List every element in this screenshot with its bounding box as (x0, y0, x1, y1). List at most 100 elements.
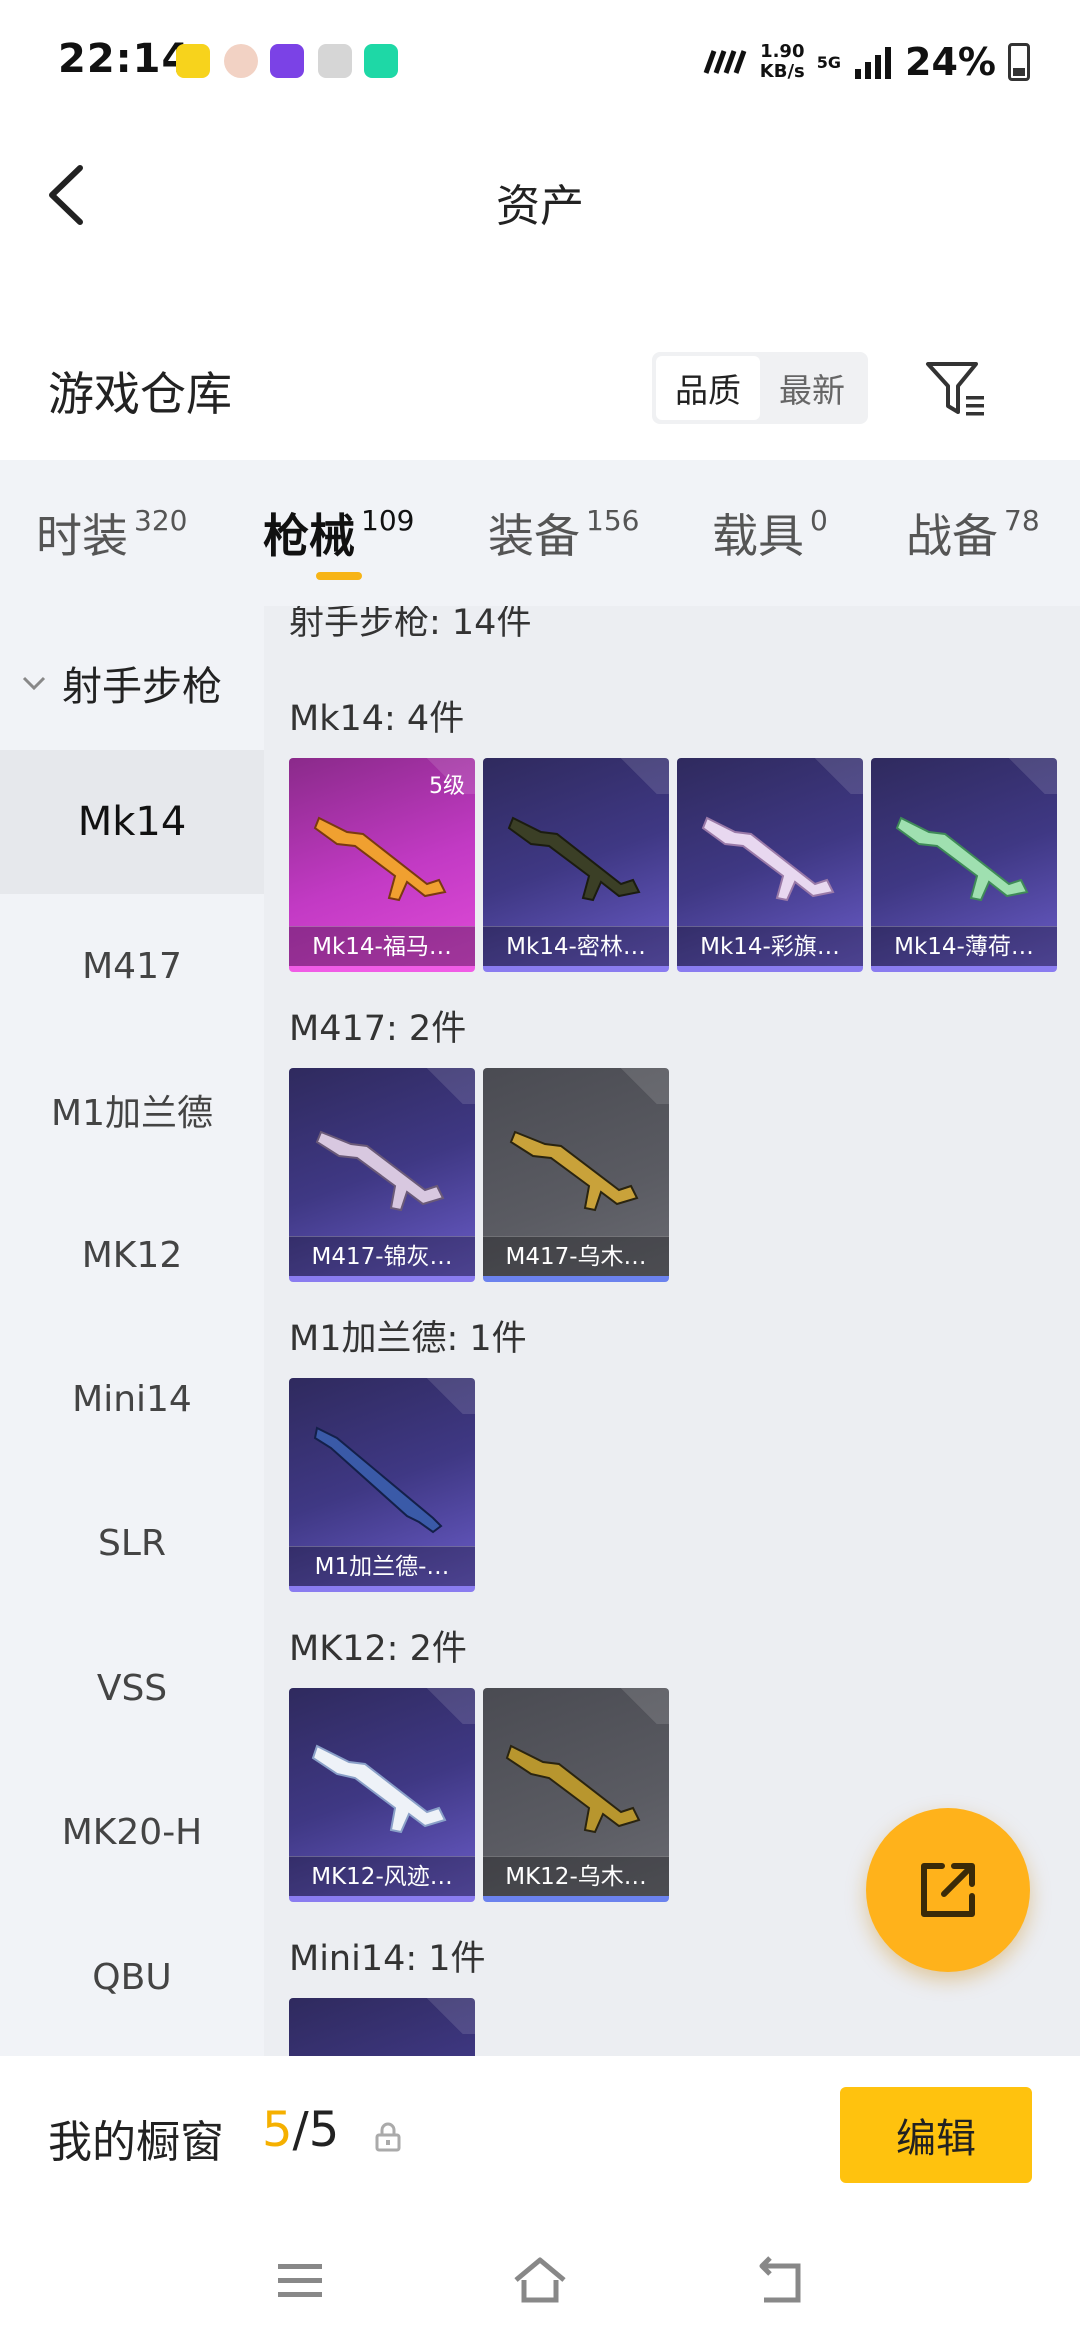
section-label: 射手步枪: 14件 (289, 606, 532, 643)
weapon-card-name: M1加兰德-… (289, 1546, 475, 1586)
weapon-card-name: Mk14-福马… (289, 926, 475, 966)
tab-indicator (316, 572, 362, 580)
tab-label: 战备 (906, 509, 998, 563)
showcase-count: 5/5 (262, 2102, 339, 2158)
signal-bars-icon (855, 47, 892, 79)
notification-avatar-icon (224, 44, 258, 78)
rifle-icon (507, 816, 641, 902)
rifle-icon (311, 1744, 447, 1834)
weapon-card[interactable]: M417-锦灰… (289, 1068, 475, 1282)
weapon-sidebar: 射手步枪 Mk14 M417 M1加兰德 MK12 Mini14 SLR VSS… (0, 606, 264, 2056)
sidebar-item-slr[interactable]: SLR (0, 1471, 264, 1615)
system-nav-bar (0, 2206, 1080, 2344)
battery-percent: 24% (905, 40, 996, 84)
status-bar: 22:14 1.90 KB/s 5G 24% (0, 0, 1080, 120)
sort-newest-button[interactable]: 最新 (760, 356, 864, 420)
network-type: 5G (816, 52, 842, 72)
tab-count: 109 (361, 504, 415, 537)
notification-app-icon (364, 44, 398, 78)
sidebar-item-m417[interactable]: M417 (0, 894, 264, 1038)
section-label: MK12: 2件 (289, 1629, 467, 1669)
section-label: M1加兰德: 1件 (289, 1319, 527, 1359)
section-label: Mk14: 4件 (289, 699, 465, 739)
tab-count: 320 (134, 504, 188, 537)
sidebar-item-qbu[interactable]: QBU (0, 1905, 264, 2049)
showcase-total: 5 (308, 2102, 340, 2158)
sidebar-item-mini14[interactable]: Mini14 (0, 1327, 264, 1471)
tab-label: 时装 (36, 509, 128, 563)
battery-icon (1008, 43, 1030, 81)
tab-label: 载具 (712, 509, 804, 563)
page-title: 资产 (496, 181, 584, 232)
rifle-icon (701, 816, 835, 902)
signal-brand-icon (703, 50, 747, 74)
notification-app-icon (270, 44, 304, 78)
status-time: 22:14 (58, 36, 191, 82)
rifle-icon (313, 1426, 443, 1534)
sidebar-group-dmr[interactable]: 射手步枪 (0, 646, 264, 720)
weapon-card[interactable]: 5级 Mk14-福马… (289, 758, 475, 972)
back-nav-icon[interactable] (750, 2250, 810, 2310)
weapon-card[interactable] (289, 1998, 475, 2056)
tab-label: 枪械 (263, 509, 355, 563)
edit-button[interactable]: 编辑 (840, 2087, 1032, 2183)
showcase-current: 5 (262, 2102, 293, 2158)
network-speed: 1.90 KB/s (760, 42, 805, 82)
rifle-icon (315, 1130, 445, 1212)
weapon-card[interactable]: Mk14-薄荷… (871, 758, 1057, 972)
weapon-card-name: M417-锦灰… (289, 1236, 475, 1276)
chevron-down-icon (22, 676, 46, 691)
sidebar-item-m1-garand[interactable]: M1加兰德 (0, 1038, 264, 1182)
rifle-icon (895, 816, 1029, 902)
sidebar-item-mk14[interactable]: Mk14 (0, 750, 264, 894)
menu-icon[interactable] (270, 2250, 330, 2310)
weapon-card[interactable]: MK12-乌木… (483, 1688, 669, 1902)
tab-weapons[interactable]: 枪械 109 (263, 500, 414, 566)
rifle-icon (505, 1744, 641, 1834)
filter-icon[interactable] (922, 356, 988, 422)
share-button[interactable] (866, 1808, 1030, 1972)
tab-count: 156 (586, 504, 640, 537)
external-link-icon (921, 1863, 975, 1917)
weapon-card[interactable]: Mk14-密林… (483, 758, 669, 972)
home-icon[interactable] (510, 2250, 570, 2310)
weapon-card-name: Mk14-彩旗… (677, 926, 863, 966)
network-speed-unit: KB/s (759, 61, 805, 82)
warehouse-title: 游戏仓库 (48, 367, 232, 421)
sort-toggle: 品质 最新 (652, 352, 868, 424)
showcase-bar: 我的橱窗 5/5 编辑 (0, 2056, 1080, 2206)
lock-icon (375, 2122, 401, 2152)
category-tabs: 时装 320 枪械 109 装备 156 载具 0 战备 78 (0, 460, 1080, 606)
tab-label: 装备 (488, 509, 580, 563)
weapon-card[interactable]: M1加兰德-… (289, 1378, 475, 1592)
tab-vehicles[interactable]: 载具 0 (712, 500, 828, 566)
tab-supplies[interactable]: 战备 78 (906, 500, 1040, 566)
sidebar-item-mk20h[interactable]: MK20-H (0, 1760, 264, 1904)
notification-app-icon (176, 44, 210, 78)
rifle-icon (313, 816, 447, 902)
weapon-card-name: Mk14-薄荷… (871, 926, 1057, 966)
tab-equipment[interactable]: 装备 156 (488, 500, 639, 566)
weapon-card-name: MK12-乌木… (483, 1856, 669, 1896)
weapon-card[interactable]: MK12-风迹… (289, 1688, 475, 1902)
section-label: Mini14: 1件 (289, 1939, 486, 1979)
tab-fashion[interactable]: 时装 320 (36, 500, 187, 566)
showcase-separator: / (292, 2102, 309, 2158)
tab-count: 0 (810, 504, 828, 537)
weapon-card-name: MK12-风迹… (289, 1856, 475, 1896)
sidebar-item-vss[interactable]: VSS (0, 1616, 264, 1760)
weapon-card-name: Mk14-密林… (483, 926, 669, 966)
tab-count: 78 (1004, 504, 1040, 537)
weapon-card[interactable]: M417-乌木… (483, 1068, 669, 1282)
section-label: M417: 2件 (289, 1009, 467, 1049)
network-speed-value: 1.90 (760, 41, 805, 62)
sidebar-item-mk12[interactable]: MK12 (0, 1183, 264, 1327)
showcase-label: 我的橱窗 (48, 2117, 224, 2168)
weapon-card[interactable]: Mk14-彩旗… (677, 758, 863, 972)
rifle-icon (509, 1130, 639, 1212)
notification-settings-icon (318, 44, 352, 78)
card-decoration (415, 1998, 475, 2034)
sidebar-group-label: 射手步枪 (62, 664, 222, 710)
sort-quality-button[interactable]: 品质 (656, 356, 760, 420)
weapon-card-name: M417-乌木… (483, 1236, 669, 1276)
